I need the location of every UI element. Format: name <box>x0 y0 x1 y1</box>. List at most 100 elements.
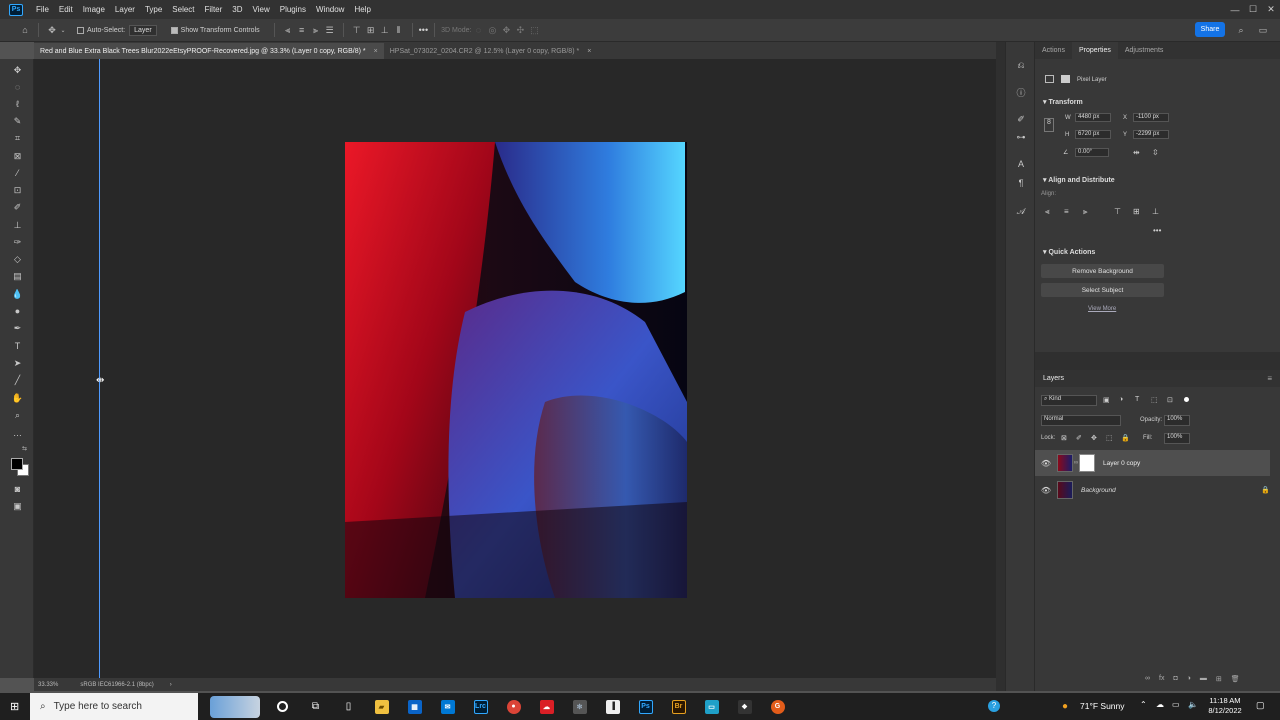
opacity-field[interactable]: 100% <box>1164 415 1190 426</box>
panel-menu-icon[interactable]: ≡ <box>1267 374 1272 383</box>
creative-cloud-icon[interactable]: ☁ <box>530 693 563 720</box>
dodge-tool-icon[interactable]: ● <box>10 304 25 318</box>
photoshop-icon[interactable]: Ps <box>629 693 662 720</box>
menu-type[interactable]: Type <box>140 0 167 19</box>
align-more-button[interactable]: ••• <box>1153 226 1161 235</box>
healing-tool-icon[interactable]: ⊡ <box>10 183 25 197</box>
align-top-icon[interactable]: ⊤ <box>350 23 364 37</box>
layer-name[interactable]: Background <box>1081 487 1116 494</box>
more-options-button[interactable]: ••• <box>419 25 428 35</box>
marquee-tool-icon[interactable]: ◌ <box>10 80 25 94</box>
document-image[interactable] <box>345 142 687 598</box>
zoom-tool-icon[interactable]: ⌕ <box>10 408 25 422</box>
tab-actions[interactable]: Actions <box>1035 42 1072 59</box>
lock-position-icon[interactable]: ✥ <box>1091 434 1097 442</box>
3d-slide-icon[interactable]: ✣ <box>513 23 527 37</box>
search-highlight-image[interactable] <box>210 696 260 718</box>
chrome-icon[interactable]: ● <box>497 693 530 720</box>
glyphs-panel-icon[interactable]: 𝒜 <box>1014 204 1028 218</box>
menu-select[interactable]: Select <box>167 0 199 19</box>
flip-horizontal-icon[interactable]: ⇹ <box>1133 148 1140 157</box>
volume-icon[interactable]: 🔈 <box>1188 700 1198 709</box>
mask-icon[interactable] <box>1061 75 1070 83</box>
align-section-title[interactable]: ▾ Align and Distribute <box>1043 176 1115 184</box>
cortana-icon[interactable] <box>266 693 299 720</box>
help-icon[interactable]: ? <box>988 700 1000 712</box>
filter-pixel-icon[interactable]: ▣ <box>1103 396 1110 404</box>
history-panel-icon[interactable]: ⎌ <box>1014 58 1028 72</box>
quick-select-tool-icon[interactable]: ✎ <box>10 114 25 128</box>
crop-tool-icon[interactable]: ⌗ <box>10 131 25 145</box>
lasso-tool-icon[interactable]: ℓ <box>10 97 25 111</box>
align-vcenter-icon[interactable]: ⊞ <box>1133 207 1140 216</box>
info-panel-icon[interactable]: ⓘ <box>1014 85 1028 99</box>
fill-field[interactable]: 100% <box>1164 433 1190 444</box>
layer-mask-thumbnail[interactable] <box>1079 454 1095 472</box>
menu-view[interactable]: View <box>248 0 275 19</box>
menu-help[interactable]: Help <box>349 0 375 19</box>
menu-filter[interactable]: Filter <box>200 0 228 19</box>
angle-field[interactable]: 0.00° <box>1075 148 1109 157</box>
filter-type-icon[interactable]: T <box>1135 396 1139 403</box>
search-icon[interactable]: ⌕ <box>1234 23 1248 37</box>
layer-row-layer-0-copy[interactable]: 👁 ∞ Layer 0 copy <box>1035 450 1270 476</box>
stamp-tool-icon[interactable]: ⊥ <box>10 218 25 232</box>
more-tools-icon[interactable]: … <box>10 426 25 440</box>
screen-mode-icon[interactable]: ▣ <box>10 499 25 513</box>
foreground-color-swatch[interactable] <box>11 458 23 470</box>
pinned-app-icon[interactable]: ▐ <box>596 693 629 720</box>
transform-section-title[interactable]: ▾ Transform <box>1043 98 1083 106</box>
layers-title[interactable]: Layers <box>1043 375 1064 382</box>
view-more-link[interactable]: View More <box>1088 306 1116 312</box>
tab-adjustments[interactable]: Adjustments <box>1118 42 1171 59</box>
show-transform-toggle[interactable]: Show Transform Controls <box>170 26 260 34</box>
ruler-guide-line[interactable] <box>99 59 100 678</box>
3d-pan-icon[interactable]: ✥ <box>499 23 513 37</box>
eye-icon[interactable]: 👁 <box>1035 459 1057 468</box>
align-center-icon[interactable]: ≡ <box>295 23 309 37</box>
filter-kind-dropdown[interactable]: ⌕ Kind <box>1041 395 1097 406</box>
quick-mask-icon[interactable]: ◙ <box>10 482 25 496</box>
brush-icon[interactable]: ✐ <box>10 200 25 214</box>
auto-select-checkbox[interactable] <box>77 26 84 34</box>
link-icon[interactable]: 8 <box>1044 118 1054 132</box>
bridge-icon[interactable]: Br <box>662 693 695 720</box>
distribute-icon[interactable]: ☰ <box>323 23 337 37</box>
align-right-icon[interactable]: ⫸ <box>1083 207 1088 217</box>
tab-document-1[interactable]: Red and Blue Extra Black Trees Blur2022e… <box>34 43 384 59</box>
frame-tool-icon[interactable]: ⊠ <box>10 149 25 163</box>
tab-properties[interactable]: Properties <box>1071 42 1118 59</box>
menu-3d[interactable]: 3D <box>227 0 247 19</box>
menu-edit[interactable]: Edit <box>54 0 78 19</box>
auto-select-toggle[interactable]: Auto-Select: <box>77 26 125 34</box>
character-panel-icon[interactable]: A <box>1014 157 1028 171</box>
taskbar-search[interactable]: ⌕ Type here to search <box>30 693 198 720</box>
lock-artboard-icon[interactable]: ⬚ <box>1106 434 1113 442</box>
filter-shape-icon[interactable]: ⬚ <box>1151 396 1158 404</box>
eye-icon[interactable]: 👁 <box>1035 486 1057 495</box>
share-button[interactable]: Share <box>1195 22 1225 37</box>
width-field[interactable]: 4480 px <box>1075 113 1111 122</box>
minimize-button[interactable]: — <box>1226 0 1244 19</box>
workspace-icon[interactable]: ▭ <box>1256 23 1270 37</box>
align-right-icon[interactable]: ⫸ <box>309 23 323 37</box>
layer-name[interactable]: Layer 0 copy <box>1103 460 1140 467</box>
lock-pixels-icon[interactable]: ✐ <box>1076 434 1082 442</box>
type-tool-icon[interactable]: T <box>10 339 25 353</box>
align-bottom-icon[interactable]: ⊥ <box>1152 207 1159 216</box>
path-select-tool-icon[interactable]: ➤ <box>10 356 25 370</box>
hand-tool-icon[interactable]: ✋ <box>10 391 25 405</box>
menu-window[interactable]: Window <box>311 0 349 19</box>
distribute-vertical-icon[interactable]: ⦀ <box>392 23 406 37</box>
line-tool-icon[interactable]: ╱ <box>10 373 25 387</box>
align-top-icon[interactable]: ⊤ <box>1114 207 1121 216</box>
quick-actions-title[interactable]: ▾ Quick Actions <box>1043 248 1095 256</box>
remove-background-button[interactable]: Remove Background <box>1041 264 1164 278</box>
lock-transparency-icon[interactable]: ⊠ <box>1061 434 1067 442</box>
canvas-area[interactable]: ⇹ <box>34 59 996 678</box>
lightroom-classic-icon[interactable]: Lrc <box>464 693 497 720</box>
pinned-app-icon[interactable]: ▯ <box>332 693 365 720</box>
align-middle-icon[interactable]: ⊞ <box>364 23 378 37</box>
x-field[interactable]: -1100 px <box>1133 113 1169 122</box>
notifications-icon[interactable]: ▢ <box>1256 700 1265 711</box>
